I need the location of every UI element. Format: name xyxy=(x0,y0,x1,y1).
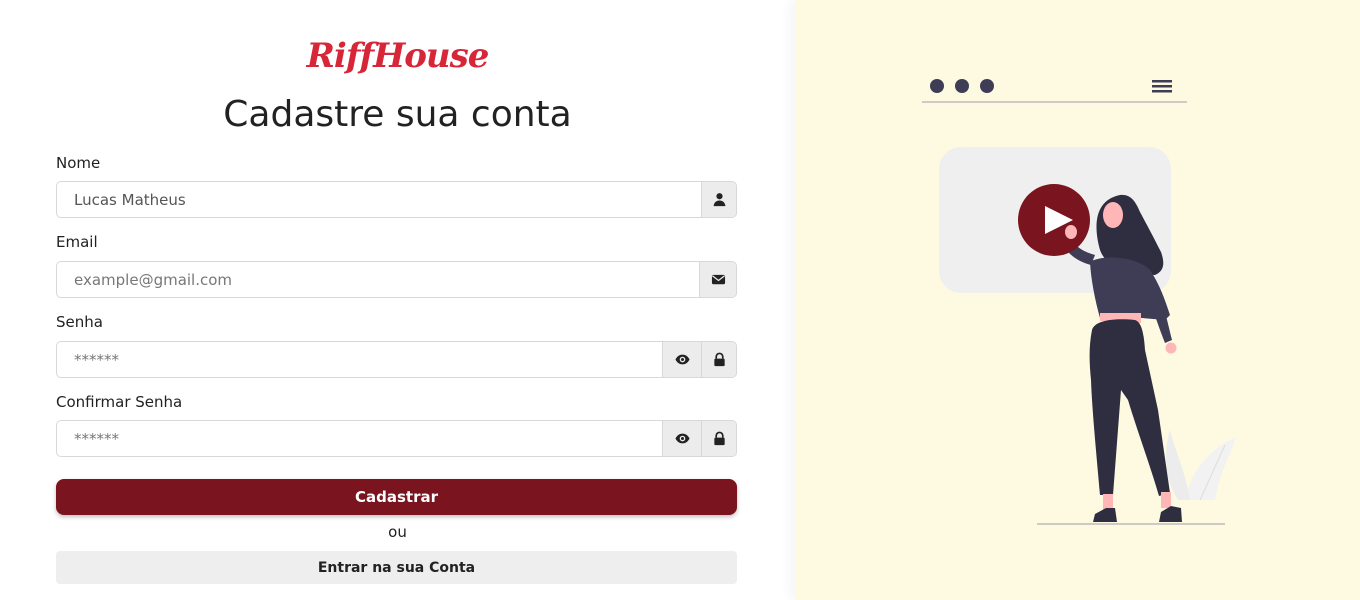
leaf-decoration xyxy=(1166,430,1235,501)
confirm-password-input[interactable] xyxy=(57,421,662,456)
name-field-group xyxy=(56,181,737,218)
login-button[interactable]: Entrar na sua Conta xyxy=(56,551,737,584)
lock-icon xyxy=(701,421,736,456)
name-input[interactable] xyxy=(57,182,701,217)
eye-icon[interactable] xyxy=(662,342,701,377)
hamburger-icon xyxy=(1152,80,1172,93)
or-divider-text: ou xyxy=(388,523,407,541)
user-icon xyxy=(701,182,736,217)
play-icon[interactable] xyxy=(1018,184,1090,256)
email-label: Email xyxy=(56,233,98,251)
lock-icon xyxy=(701,342,736,377)
page-title: Cadastre sua conta xyxy=(223,94,572,135)
riffhouse-logo: RiffHouse xyxy=(306,36,490,76)
password-input[interactable] xyxy=(57,342,662,377)
name-label: Nome xyxy=(56,154,101,172)
signup-panel: RiffHouse Cadastre sua conta Nome Email … xyxy=(0,0,795,600)
email-field-group xyxy=(56,261,737,298)
confirm-password-field-group xyxy=(56,420,737,457)
register-button[interactable]: Cadastrar xyxy=(56,479,737,515)
envelope-icon xyxy=(699,262,736,297)
illustration-panel xyxy=(795,0,1360,600)
video-illustration xyxy=(922,79,1235,525)
browser-dots xyxy=(930,79,994,93)
confirm-password-label: Confirmar Senha xyxy=(56,393,183,411)
password-field-group xyxy=(56,341,737,378)
password-label: Senha xyxy=(56,313,103,331)
eye-icon[interactable] xyxy=(662,421,701,456)
email-input[interactable] xyxy=(57,262,699,297)
